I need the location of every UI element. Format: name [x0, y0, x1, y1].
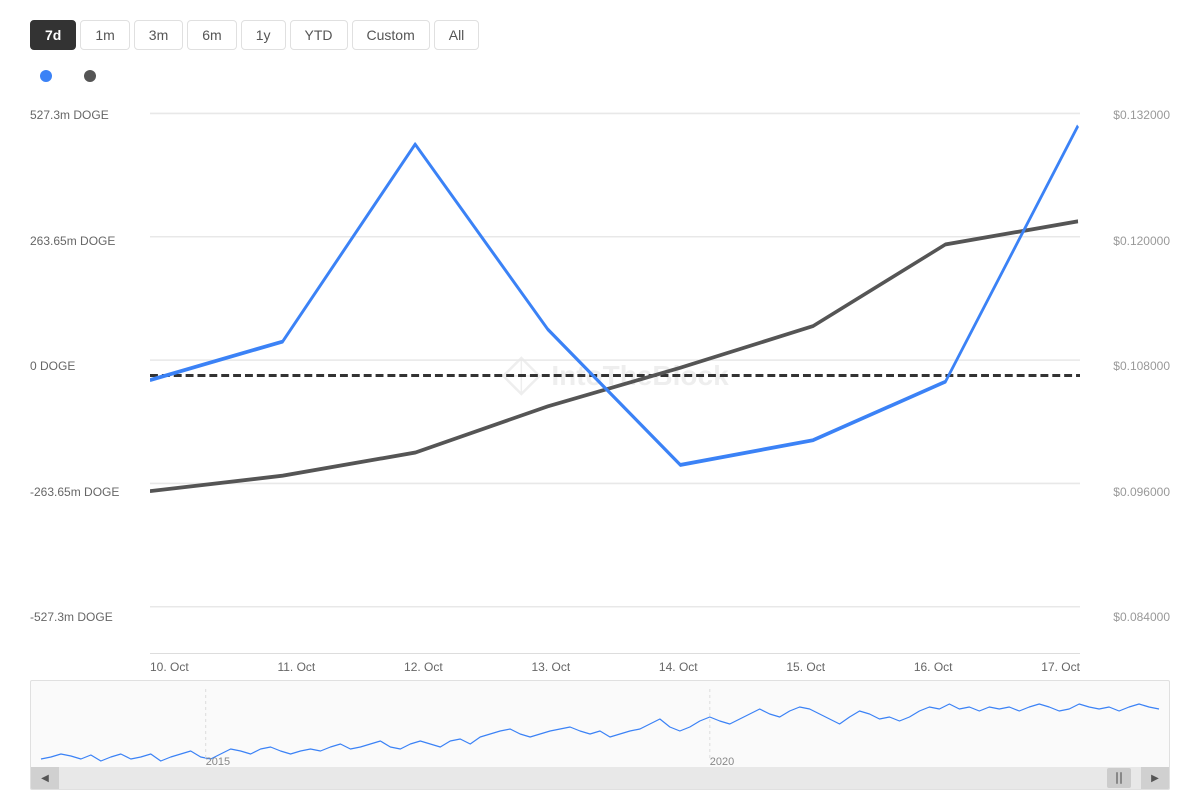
- legend-netflow: [40, 70, 60, 82]
- time-btn-custom[interactable]: Custom: [352, 20, 430, 50]
- y-axis-left-label: -527.3m DOGE: [30, 610, 142, 624]
- x-axis-label: 17. Oct: [1041, 660, 1080, 674]
- mini-chart-svg: 2015 2020: [31, 689, 1169, 769]
- time-btn-7d[interactable]: 7d: [30, 20, 76, 50]
- y-axis-right-label: $0.108000: [1088, 359, 1170, 373]
- time-btn-1m[interactable]: 1m: [80, 20, 129, 50]
- nav-track[interactable]: [59, 767, 1141, 789]
- y-axis-right-label: $0.084000: [1088, 610, 1170, 624]
- time-btn-all[interactable]: All: [434, 20, 480, 50]
- netflow-dot: [40, 70, 52, 82]
- x-axis-label: 13. Oct: [531, 660, 570, 674]
- x-axis-label: 11. Oct: [277, 660, 315, 674]
- y-axis-right-label: $0.096000: [1088, 485, 1170, 499]
- time-btn-1y[interactable]: 1y: [241, 20, 286, 50]
- time-btn-ytd[interactable]: YTD: [290, 20, 348, 50]
- x-axis-label: 16. Oct: [914, 660, 953, 674]
- nav-right-button[interactable]: ▶: [1141, 767, 1169, 789]
- y-axis-right-label: $0.120000: [1088, 234, 1170, 248]
- price-dot: [84, 70, 96, 82]
- nav-left-button[interactable]: ◀: [31, 767, 59, 789]
- y-axis-left-label: -263.65m DOGE: [30, 485, 142, 499]
- y-axis-left: 527.3m DOGE 263.65m DOGE 0 DOGE -263.65m DO…: [30, 98, 150, 654]
- chart-legend: [30, 70, 1170, 82]
- nav-handle-lines: [1116, 772, 1122, 784]
- main-container: 7d1m3m6m1yYTDCustomAll 527.3m DOGE 263.65…: [0, 0, 1200, 800]
- y-axis-left-label: 527.3m DOGE: [30, 108, 142, 122]
- x-axis-label: 10. Oct: [150, 660, 189, 674]
- navigator-bar: ◀ ▶: [31, 767, 1169, 789]
- y-axis-right-label: $0.132000: [1088, 108, 1170, 122]
- y-axis-right: $0.132000 $0.120000 $0.108000 $0.096000 $0.0…: [1080, 98, 1170, 654]
- nav-handle[interactable]: [1107, 768, 1131, 788]
- x-axis: 10. Oct 11. Oct 12. Oct 13. Oct 14. Oct 15. O…: [150, 654, 1080, 674]
- x-axis-label: 14. Oct: [659, 660, 698, 674]
- chart-canvas: IntoTheBlock: [150, 98, 1080, 654]
- y-axis-left-label: 263.65m DOGE: [30, 234, 142, 248]
- x-axis-label: 12. Oct: [404, 660, 443, 674]
- time-btn-6m[interactable]: 6m: [187, 20, 236, 50]
- time-btn-3m[interactable]: 3m: [134, 20, 183, 50]
- handle-line-1: [1116, 772, 1118, 784]
- chart-area: 527.3m DOGE 263.65m DOGE 0 DOGE -263.65m DO…: [30, 98, 1170, 674]
- time-range-selector: 7d1m3m6m1yYTDCustomAll: [30, 20, 1170, 50]
- main-chart: 527.3m DOGE 263.65m DOGE 0 DOGE -263.65m DO…: [30, 98, 1170, 654]
- mini-chart-container: 2015 2020 ◀ ▶: [30, 680, 1170, 790]
- y-axis-left-label: 0 DOGE: [30, 359, 142, 373]
- legend-price: [84, 70, 104, 82]
- handle-line-2: [1120, 772, 1122, 784]
- main-chart-svg: [150, 98, 1080, 653]
- x-axis-label: 15. Oct: [786, 660, 825, 674]
